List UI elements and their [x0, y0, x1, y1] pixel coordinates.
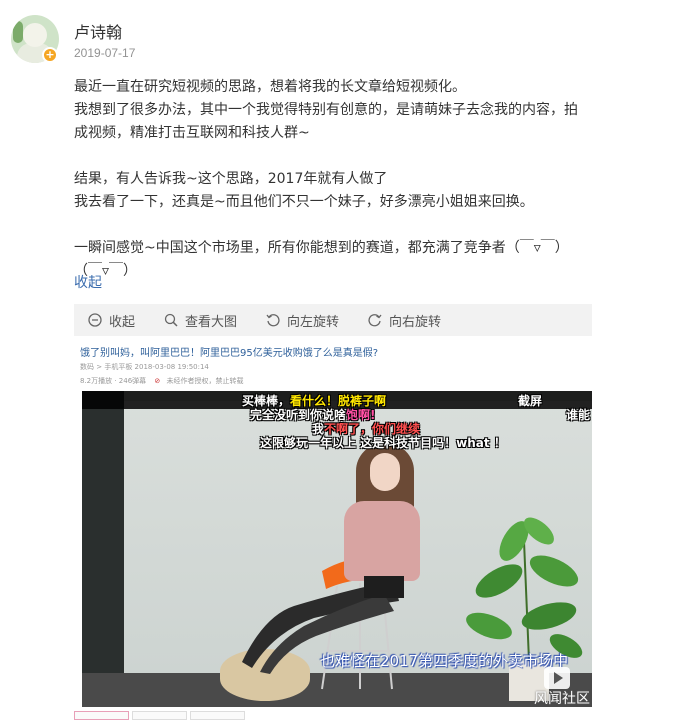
post-text: 最近一直在研究短视频的思路，想着将我的长文章给短视频化。 我想到了很多办法，其中…	[74, 76, 609, 283]
post-paragraph	[74, 214, 609, 237]
image-toolbar: 收起 查看大图 向左旋转 向右旋转	[74, 304, 592, 336]
post-paragraph: 一瞬间感觉~中国这个市场里，所有你能想到的赛道，都充满了竞争者（￣▿￣）	[74, 240, 569, 256]
article-title: 饿了别叫妈，叫阿里巴巴！阿里巴巴95亿美元收购饿了么是真是假?	[80, 348, 379, 359]
article-views: 8.2万播放 · 246弹幕	[80, 377, 147, 385]
post-paragraph	[74, 145, 609, 168]
post-paragraph: 我去看了一下，还真是~而且他们不只一个妹子，好多漂亮小姐姐来回换。	[74, 194, 534, 210]
danmaku-comment: 谁能	[566, 408, 591, 422]
rotate-left-icon	[266, 314, 280, 327]
zoom-icon	[164, 313, 178, 327]
post-paragraph: （￣▿￣）	[74, 263, 138, 279]
danmaku-comment: 截屏	[518, 394, 543, 408]
image-thumbnails	[74, 711, 248, 720]
video-door	[82, 391, 124, 707]
rotate-right-icon	[368, 314, 382, 327]
presenter-blouse	[344, 501, 420, 581]
video-subtitle: 也难怪在2017第四季度的外卖市场中	[320, 652, 569, 670]
thumbnail-item[interactable]	[74, 711, 129, 720]
toolbar-label: 收起	[109, 314, 136, 330]
author-name[interactable]: 卢诗翰	[74, 19, 122, 43]
collapse-link[interactable]: 收起	[74, 272, 102, 292]
toolbar-label: 查看大图	[185, 314, 238, 330]
presenter-face	[370, 453, 400, 491]
post-paragraph: 我想到了很多办法，其中一个我觉得特别有创意的，是请萌妹子去念我的内容，拍	[74, 102, 578, 118]
post-date: 2019-07-17	[74, 46, 136, 60]
article-stats: 8.2万播放 · 246弹幕 ⊘ 未经作者授权，禁止转载	[80, 376, 244, 386]
toolbar-label: 向右旋转	[389, 314, 442, 330]
thumbnail-item[interactable]	[132, 711, 187, 720]
toolbar-rotate-right-button[interactable]: 向右旋转	[368, 311, 441, 330]
verified-badge-icon: +	[42, 47, 58, 63]
article-warning: 未经作者授权，禁止转载	[166, 377, 244, 385]
toolbar-rotate-left-button[interactable]: 向左旋转	[266, 311, 339, 330]
video-frame[interactable]: 买棒棒，看什么！脱裤子啊 截屏 完全没听到你说啥饱啊! 谁能 我不啊了，你们继续…	[82, 391, 592, 707]
post-paragraph: 成视频，精准打击互联网和科技人群~	[74, 125, 310, 141]
play-icon[interactable]	[544, 667, 570, 689]
toolbar-label: 向左旋转	[287, 314, 340, 330]
danmaku-comment: 这限够玩一年以上 这是科技节目吗！what ！	[260, 436, 506, 450]
thumbnail-item[interactable]	[190, 711, 245, 720]
toolbar-collapse-button[interactable]: 收起	[88, 311, 135, 330]
post-paragraph: 结果，有人告诉我~这个思路，2017年就有人做了	[74, 171, 388, 187]
toolbar-zoom-button[interactable]: 查看大图	[164, 311, 237, 330]
attached-image[interactable]: 饿了别叫妈，叫阿里巴巴！阿里巴巴95亿美元收购饿了么是真是假? 数码 > 手机平…	[74, 338, 592, 720]
warning-icon: ⊘	[154, 377, 161, 385]
watermark: 风闻社区	[534, 691, 590, 707]
post-paragraph: 最近一直在研究短视频的思路，想着将我的长文章给短视频化。	[74, 79, 466, 95]
collapse-icon	[88, 313, 102, 327]
article-meta: 数码 > 手机平板 2018-03-08 19:50:14	[80, 363, 209, 371]
